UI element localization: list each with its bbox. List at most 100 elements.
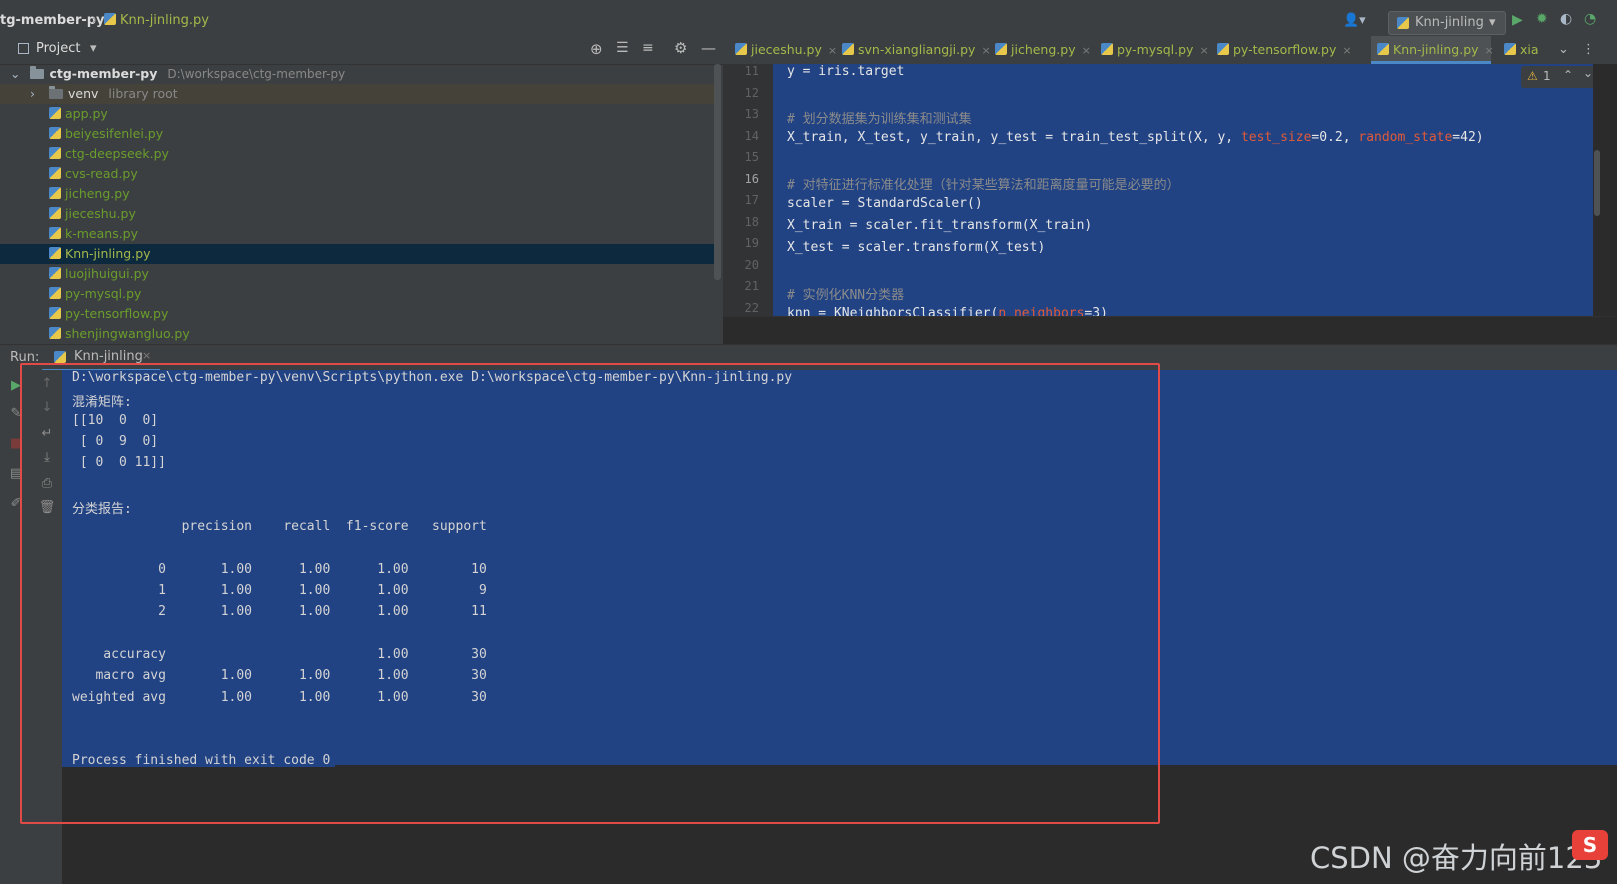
tree-file-row[interactable]: beiyesifenlei.py bbox=[0, 124, 718, 144]
breadcrumb-project[interactable]: tg-member-py bbox=[0, 13, 105, 28]
python-file-icon bbox=[995, 43, 1007, 55]
project-pane-header: Project ▾ ⊕ ☰ ≡ ⚙ — bbox=[0, 36, 723, 65]
user-icon[interactable]: 👤▾ bbox=[1343, 13, 1366, 28]
close-icon[interactable]: × bbox=[1199, 44, 1208, 57]
line-number: 12 bbox=[744, 85, 759, 100]
code-line-11: y = iris.target bbox=[787, 64, 905, 79]
tree-file-row[interactable]: app.py bbox=[0, 104, 718, 124]
editor-bottom bbox=[723, 316, 1617, 345]
warning-count: 1 bbox=[1543, 69, 1551, 83]
code-text: =42) bbox=[1452, 130, 1484, 145]
code-line-21: # 实例化KNN分类器 bbox=[787, 288, 905, 303]
python-file-icon bbox=[49, 267, 61, 279]
tree-root-row[interactable]: ⌄ ctg-member-py D:\workspace\ctg-member-… bbox=[0, 64, 718, 84]
run-icon[interactable]: ▶ bbox=[1512, 12, 1523, 28]
close-icon[interactable]: × bbox=[142, 349, 151, 362]
locate-icon[interactable]: ⊕ bbox=[590, 40, 603, 58]
python-file-icon bbox=[49, 107, 61, 119]
editor-tab[interactable]: py-mysql.py × bbox=[1095, 36, 1209, 64]
code-param: random_state bbox=[1358, 130, 1453, 145]
more-icon[interactable]: ⋮ bbox=[1582, 42, 1595, 57]
python-file-icon bbox=[49, 167, 61, 179]
editor-tab-label: py-tensorflow.py bbox=[1233, 42, 1337, 57]
python-config-icon bbox=[1397, 17, 1409, 29]
run-config-label: Knn-jinling bbox=[1415, 15, 1484, 30]
tree-file-row[interactable]: cvs-read.py bbox=[0, 164, 718, 184]
python-file-icon bbox=[49, 307, 61, 319]
editor-tab[interactable]: jieceshu.py × bbox=[729, 36, 837, 64]
collapse-all-icon[interactable]: ≡ bbox=[642, 40, 654, 56]
tree-file-label: jicheng.py bbox=[65, 186, 130, 201]
chevron-right-icon: › bbox=[30, 86, 35, 101]
close-icon[interactable]: × bbox=[1082, 44, 1091, 57]
coverage-icon[interactable]: ◐ bbox=[1560, 11, 1572, 27]
chevron-down-icon: ▾ bbox=[1489, 15, 1496, 30]
python-file-icon bbox=[49, 287, 61, 299]
python-file-icon bbox=[49, 227, 61, 239]
tree-file-row[interactable]: k-means.py bbox=[0, 224, 718, 244]
editor-tab-label: svn-xiangliangji.py bbox=[858, 42, 976, 57]
tree-venv-row[interactable]: › venv library root bbox=[0, 84, 718, 104]
editor-scrollbar[interactable] bbox=[1594, 150, 1600, 216]
editor-tab[interactable]: xia bbox=[1498, 36, 1558, 64]
code-line-19: X_test = scaler.transform(X_test) bbox=[787, 240, 1046, 255]
tree-file-label: py-tensorflow.py bbox=[65, 306, 169, 321]
editor-tab-label: jieceshu.py bbox=[751, 42, 822, 57]
line-number: 19 bbox=[744, 236, 759, 250]
tree-file-row[interactable]: luojihuigui.py bbox=[0, 264, 718, 284]
root-path: D:\workspace\ctg-member-py bbox=[167, 67, 346, 81]
editor-tab[interactable]: svn-xiangliangji.py × bbox=[836, 36, 991, 64]
tree-file-row[interactable]: jieceshu.py bbox=[0, 204, 718, 224]
gear-icon[interactable]: ⚙ bbox=[674, 39, 687, 57]
line-number: 11 bbox=[744, 64, 759, 78]
sogou-icon: S bbox=[1572, 830, 1608, 860]
python-file-icon bbox=[1217, 43, 1229, 55]
debug-icon[interactable]: ✹ bbox=[1536, 11, 1548, 27]
tree-file-row[interactable]: shenjingwangluo.py bbox=[0, 324, 718, 344]
tab-list-icon[interactable]: ⌄ bbox=[1558, 42, 1569, 57]
tree-file-label: k-means.py bbox=[65, 226, 139, 241]
chevron-down-icon[interactable]: ⌄ bbox=[1583, 66, 1593, 80]
breadcrumb-separator-icon: › bbox=[92, 13, 98, 28]
editor-tab[interactable]: py-tensorflow.py × bbox=[1211, 36, 1365, 64]
python-file-icon bbox=[49, 187, 61, 199]
line-number-gutter: 11 12 13 14 15 16 17 18 19 20 21 22 bbox=[723, 64, 773, 316]
warning-icon: ⚠ bbox=[1527, 69, 1538, 83]
inspection-widget[interactable]: ⚠ 1 ⌃ ⌄ bbox=[1521, 66, 1601, 88]
code-line-14: X_train, X_test, y_train, y_test = train… bbox=[787, 130, 1484, 145]
code-param: test_size bbox=[1240, 130, 1312, 145]
tree-file-row[interactable]: Knn-jinling.py bbox=[0, 244, 718, 264]
expand-all-icon[interactable]: ☰ bbox=[616, 40, 629, 56]
tree-file-row[interactable]: py-tensorflow.py bbox=[0, 304, 718, 324]
line-number: 15 bbox=[744, 150, 759, 164]
profile-icon[interactable]: ◔ bbox=[1584, 11, 1596, 27]
chevron-down-icon[interactable]: ▾ bbox=[90, 41, 97, 56]
code-editor[interactable]: y = iris.target # 划分数据集为训练集和测试集 X_train,… bbox=[773, 64, 1593, 321]
python-file-icon bbox=[54, 351, 66, 363]
line-number: 13 bbox=[744, 107, 759, 121]
project-pane-title[interactable]: Project bbox=[36, 41, 80, 56]
python-file-icon bbox=[1377, 43, 1389, 55]
editor-tab[interactable]: Knn-jinling.py × bbox=[1371, 36, 1494, 64]
venv-name: venv bbox=[67, 86, 99, 101]
code-line-16: # 对特征进行标准化处理（针对某些算法和距离度量可能是必要的） bbox=[787, 178, 1180, 193]
editor-tab-label: Knn-jinling.py bbox=[1393, 42, 1479, 57]
chevron-up-icon[interactable]: ⌃ bbox=[1563, 68, 1573, 82]
breadcrumb-file[interactable]: Knn-jinling.py bbox=[104, 13, 209, 28]
tree-file-label: Knn-jinling.py bbox=[65, 246, 151, 261]
tree-file-row[interactable]: ctg-deepseek.py bbox=[0, 144, 718, 164]
editor-tab[interactable]: jicheng.py × bbox=[989, 36, 1091, 64]
editor-tab-label: xia bbox=[1520, 42, 1539, 57]
tree-scrollbar[interactable] bbox=[714, 64, 721, 280]
hide-icon[interactable]: — bbox=[701, 39, 716, 57]
close-icon[interactable]: × bbox=[1485, 44, 1494, 57]
tree-file-row[interactable]: py-mysql.py bbox=[0, 284, 718, 304]
run-config-dropdown[interactable]: Knn-jinling ▾ bbox=[1388, 11, 1506, 35]
tree-file-row[interactable]: jicheng.py bbox=[0, 184, 718, 204]
editor-tab-label: jicheng.py bbox=[1011, 42, 1076, 57]
tree-file-label: cvs-read.py bbox=[65, 166, 138, 181]
tree-file-label: app.py bbox=[65, 106, 108, 121]
close-icon[interactable]: × bbox=[1342, 44, 1351, 57]
tree-file-label: luojihuigui.py bbox=[65, 266, 149, 281]
line-number: 14 bbox=[744, 128, 759, 143]
